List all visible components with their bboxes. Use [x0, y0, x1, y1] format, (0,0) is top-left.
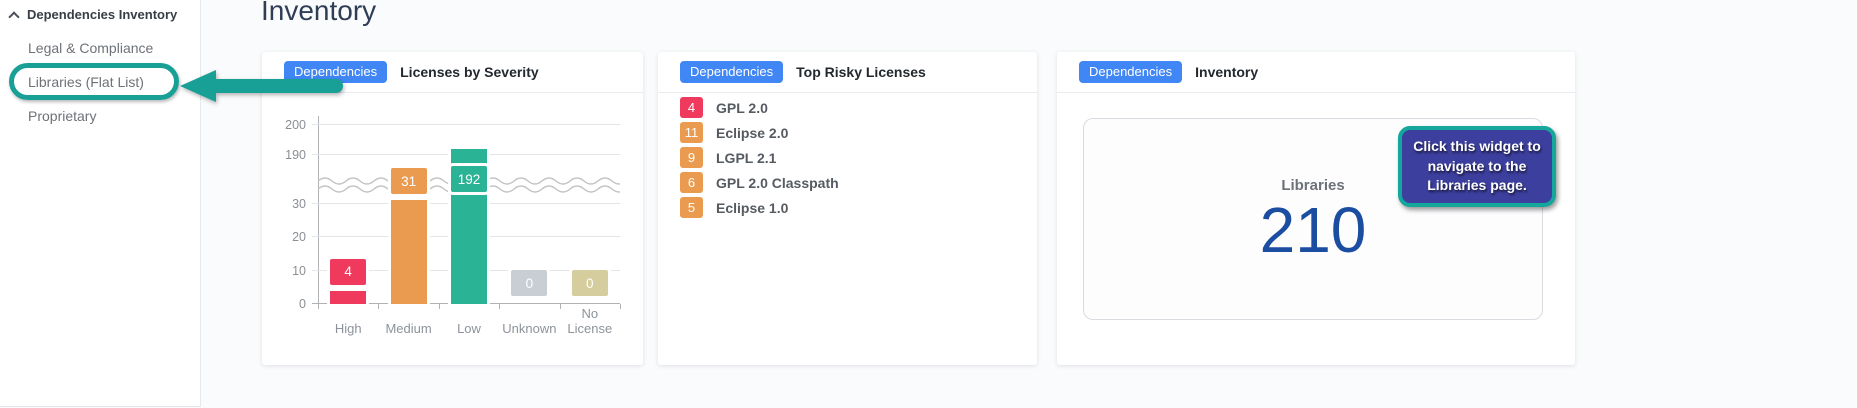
arrow-tail	[214, 79, 343, 93]
card-title: Licenses by Severity	[400, 64, 539, 80]
card-title: Inventory	[1195, 64, 1258, 80]
bar-medium	[391, 200, 427, 304]
sidebar-item-legal-compliance[interactable]: Legal & Compliance	[28, 40, 153, 57]
risky-license-row-eclipse-1-0: 5 Eclipse 1.0	[680, 197, 839, 218]
risky-license-row-gpl-2-0-classpath: 6 GPL 2.0 Classpath	[680, 172, 839, 193]
value-label-high: 4	[330, 259, 366, 285]
widget-tooltip: Click this widget to navigate to the Lib…	[1398, 126, 1556, 207]
top-risky-licenses-card: Dependencies Top Risky Licenses 4 GPL 2.0…	[658, 52, 1037, 365]
annotation-arrow	[180, 70, 343, 102]
risky-license-row-gpl-2-0: 4 GPL 2.0	[680, 97, 839, 118]
inventory-card: Dependencies Inventory Libraries 210 Cli…	[1057, 52, 1575, 365]
card-header: Dependencies Top Risky Licenses	[658, 52, 1037, 93]
libraries-widget-label: Libraries	[1281, 177, 1344, 194]
risky-license-row-lgpl-2-1: 9 LGPL 2.1	[680, 147, 839, 168]
license-name: Eclipse 1.0	[716, 200, 788, 216]
sidebar-group-header[interactable]: Dependencies Inventory	[10, 7, 177, 22]
value-label-no-license: 0	[572, 270, 608, 296]
x-axis-label-medium: Medium	[377, 322, 441, 337]
y-tick-label: 20	[262, 230, 306, 244]
risky-licenses-list: 4 GPL 2.0 11 Eclipse 2.0 9 LGPL 2.1 6 GPL 2.0 C…	[680, 97, 839, 218]
license-name: GPL 2.0	[716, 100, 768, 116]
x-axis-tick	[318, 304, 319, 309]
risky-license-row-eclipse-2-0: 11 Eclipse 2.0	[680, 122, 839, 143]
value-label-unknown: 0	[511, 270, 547, 296]
x-axis-tick	[499, 304, 500, 309]
y-tick-label: 190	[262, 148, 306, 162]
value-label-medium: 31	[391, 168, 427, 194]
x-axis-label-no-license: No License	[558, 307, 622, 337]
license-count-badge: 11	[680, 122, 703, 143]
severity-bar-chart: 01020301902004High31Medium192Low0Unknown…	[318, 108, 620, 304]
page-title: Inventory	[261, 0, 376, 27]
sidebar: Dependencies Inventory Legal & Complianc…	[0, 0, 201, 407]
gridline-200	[312, 124, 620, 125]
license-name: LGPL 2.1	[716, 150, 776, 166]
y-tick-label: 0	[262, 297, 306, 311]
collapse-chevron-icon[interactable]	[8, 11, 19, 22]
y-tick-label: 200	[262, 118, 306, 132]
x-axis-label-high: High	[316, 322, 380, 337]
value-label-low: 192	[451, 166, 487, 192]
card-title: Top Risky Licenses	[796, 64, 926, 80]
arrow-head-icon	[180, 70, 216, 102]
x-axis-tick	[378, 304, 379, 309]
bar-high	[330, 291, 366, 304]
x-axis-tick	[439, 304, 440, 309]
y-axis-line	[318, 116, 319, 304]
sidebar-group-label: Dependencies Inventory	[27, 7, 177, 22]
license-count-badge: 4	[680, 97, 703, 118]
card-header: Dependencies Inventory	[1057, 52, 1575, 93]
license-count-badge: 5	[680, 197, 703, 218]
license-name: GPL 2.0 Classpath	[716, 175, 839, 191]
y-tick-label: 10	[262, 264, 306, 278]
libraries-count: 210	[1260, 198, 1367, 262]
license-count-badge: 9	[680, 147, 703, 168]
dependencies-badge: Dependencies	[680, 61, 783, 83]
x-axis-label-low: Low	[437, 322, 501, 337]
sidebar-item-proprietary[interactable]: Proprietary	[28, 108, 153, 125]
license-count-badge: 6	[680, 172, 703, 193]
x-axis-label-unknown: Unknown	[497, 322, 561, 337]
license-name: Eclipse 2.0	[716, 125, 788, 141]
dependencies-badge: Dependencies	[1079, 61, 1182, 83]
y-tick-label: 30	[262, 197, 306, 211]
highlight-ring-annotation	[9, 63, 179, 100]
